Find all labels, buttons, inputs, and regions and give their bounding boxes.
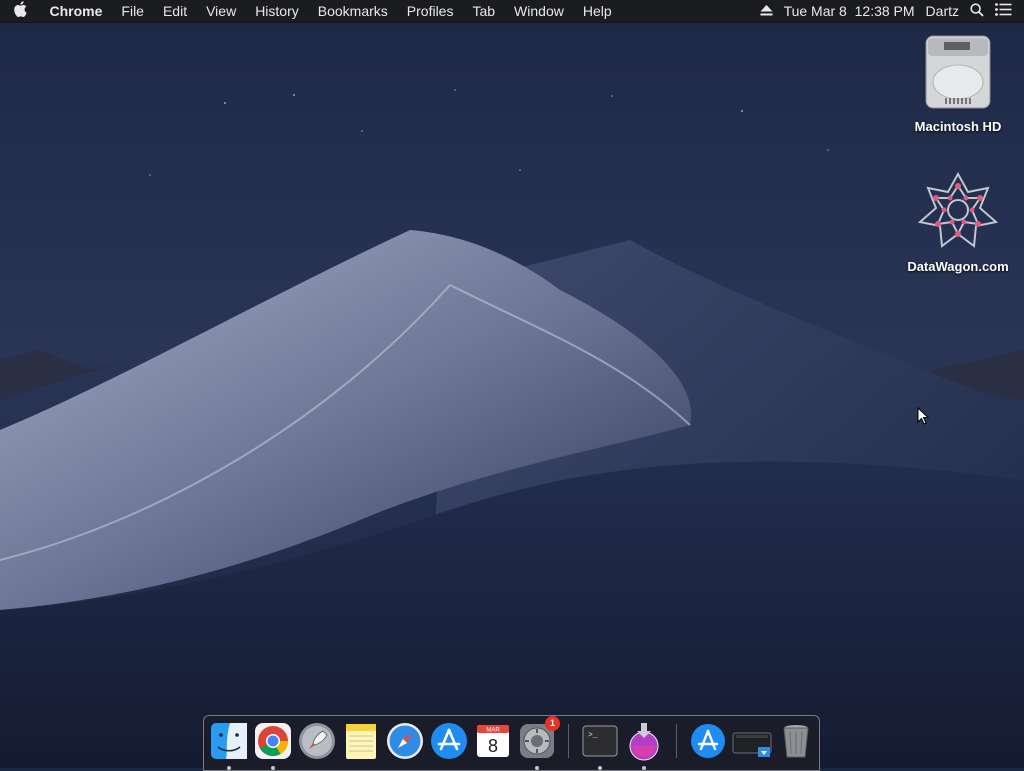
dock-item-calendar[interactable]: MAR 8 <box>473 721 513 761</box>
menu-help[interactable]: Help <box>573 0 621 22</box>
downloads-stack-icon <box>732 732 772 757</box>
launchpad-icon <box>299 723 335 759</box>
dock-separator <box>676 724 677 758</box>
mouse-cursor-icon <box>917 406 930 430</box>
calendar-icon: MAR 8 <box>477 725 509 757</box>
apple-menu-icon[interactable] <box>0 1 40 21</box>
menu-app-name[interactable]: Chrome <box>40 0 112 22</box>
dock-item-chrome[interactable] <box>253 721 293 770</box>
safari-icon <box>387 723 423 759</box>
dock-item-terminal[interactable]: >_ <box>580 721 620 770</box>
chrome-icon <box>255 723 291 759</box>
installer-icon <box>629 723 659 761</box>
menu-bar: Chrome File Edit View History Bookmarks … <box>0 0 1024 22</box>
notification-badge: 1 <box>545 716 560 731</box>
desktop-icon-label: DataWagon.com <box>907 259 1009 274</box>
notification-center-icon[interactable] <box>995 3 1012 19</box>
running-indicator <box>227 766 231 770</box>
dock-item-notes[interactable] <box>341 721 381 761</box>
desktop-icon-macintosh-hd[interactable]: Macintosh HD <box>903 34 1013 134</box>
desktop-wallpaper <box>0 0 1024 768</box>
dock-item-finder[interactable] <box>209 721 249 770</box>
menu-bookmarks[interactable]: Bookmarks <box>308 0 397 22</box>
app-store-icon <box>431 723 467 759</box>
dock: MAR 8 1 >_ <box>203 715 820 771</box>
menubar-user[interactable]: Dartz <box>926 3 959 19</box>
dock-item-installer[interactable] <box>624 721 664 770</box>
menu-tab[interactable]: Tab <box>463 0 505 22</box>
dock-item-system-preferences[interactable]: 1 <box>517 716 560 770</box>
applications-folder-icon <box>691 724 725 758</box>
menu-edit[interactable]: Edit <box>153 0 196 22</box>
calendar-month: MAR <box>486 728 500 734</box>
svg-text:>_: >_ <box>588 731 598 740</box>
menu-history[interactable]: History <box>246 0 309 22</box>
running-indicator <box>642 766 646 770</box>
dock-item-app-store[interactable] <box>429 721 469 761</box>
running-indicator <box>598 766 602 770</box>
dock-item-downloads[interactable] <box>732 721 772 761</box>
notes-icon <box>346 724 376 759</box>
network-volume-icon <box>916 171 1000 254</box>
dock-separator <box>568 724 569 758</box>
spotlight-search-icon[interactable] <box>970 2 984 20</box>
menu-profiles[interactable]: Profiles <box>397 0 463 22</box>
dock-item-launchpad[interactable] <box>297 721 337 761</box>
terminal-icon: >_ <box>582 725 618 757</box>
menu-file[interactable]: File <box>112 0 154 22</box>
desktop-icon-datawagon[interactable]: DataWagon.com <box>903 170 1013 274</box>
menubar-clock[interactable]: Tue Mar 8 12:38 PM <box>784 3 915 19</box>
hard-drive-icon <box>920 35 996 114</box>
eject-icon[interactable] <box>760 3 773 19</box>
running-indicator <box>271 766 275 770</box>
dock-item-applications[interactable] <box>688 721 728 761</box>
calendar-day: 8 <box>488 736 498 756</box>
menu-view[interactable]: View <box>197 0 246 22</box>
trash-icon <box>783 725 809 758</box>
desktop-icon-label: Macintosh HD <box>914 119 1002 134</box>
menu-window[interactable]: Window <box>505 0 574 22</box>
finder-icon <box>211 723 247 759</box>
running-indicator <box>535 766 539 770</box>
dock-item-safari[interactable] <box>385 721 425 761</box>
dock-item-trash[interactable] <box>776 721 816 761</box>
